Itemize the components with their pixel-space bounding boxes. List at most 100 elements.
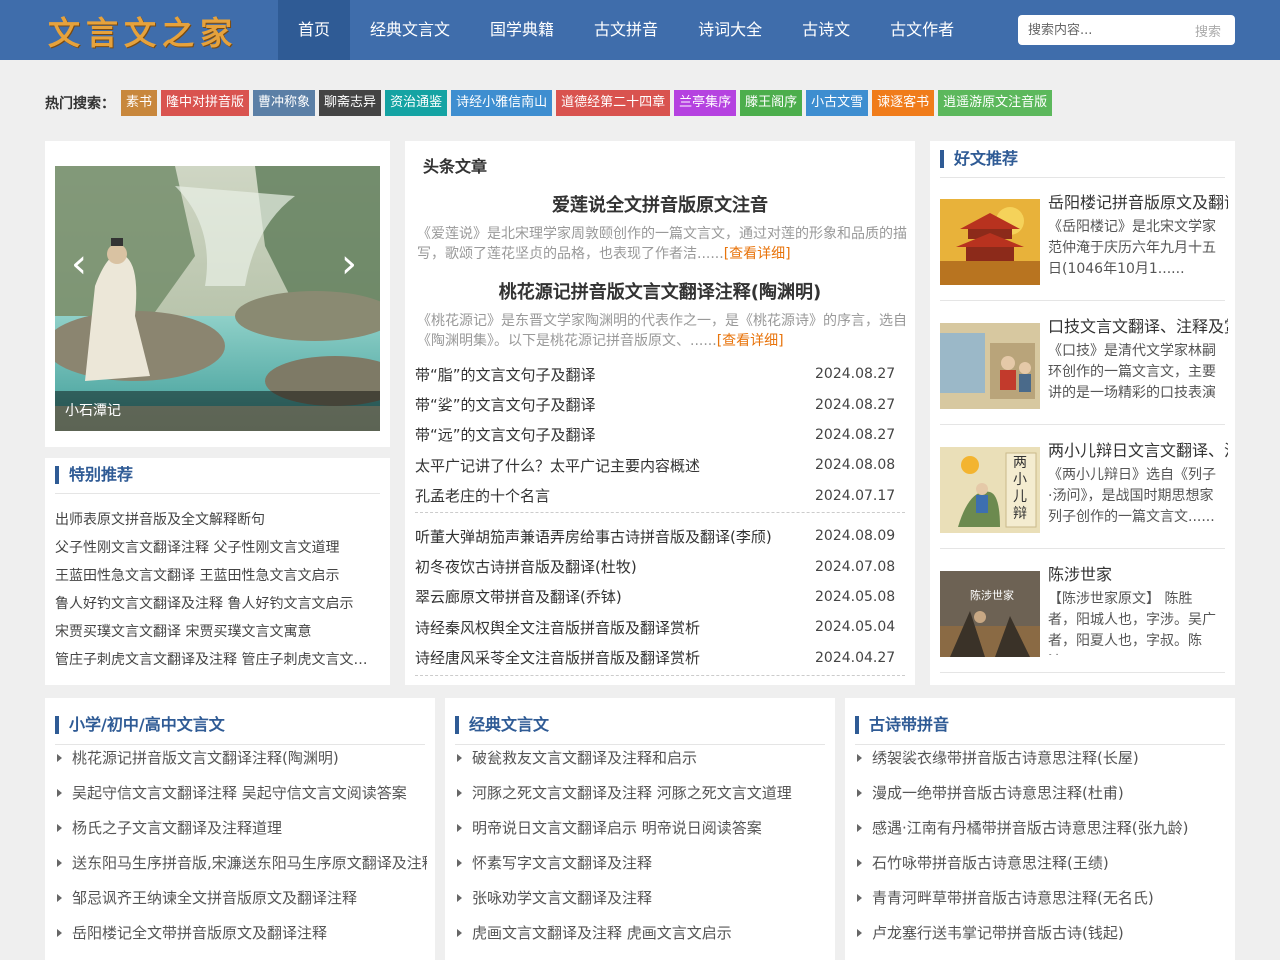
list-item-text[interactable]: 破瓮救友文言文翻译及注释和启示 <box>472 749 697 767</box>
list-item[interactable]: 感遇·江南有丹橘带拼音版古诗意思注释(张九龄) <box>855 818 1227 853</box>
news-title[interactable]: 带“娑”的文言文句子及翻译 <box>415 394 596 415</box>
list-item[interactable]: 父子性刚文言文翻译注释 父子性刚文言文道理 <box>55 536 375 564</box>
list-item[interactable]: 吴起守信文言文翻译注释 吴起守信文言文阅读答案 <box>55 783 427 818</box>
list-item[interactable]: 出师表原文拼音版及全文解释断句 <box>55 508 375 536</box>
list-item-text[interactable]: 明帝说日文言文翻译启示 明帝说日阅读答案 <box>472 819 762 837</box>
hot-tag[interactable]: 诗经小雅信南山 <box>451 90 553 116</box>
nav-item-ancient-poems[interactable]: 古诗文 <box>782 0 870 60</box>
hot-tag[interactable]: 道德经第二十四章 <box>556 90 671 116</box>
news-item[interactable]: 翠云廊原文带拼音及翻译(乔钵) 2024.05.08 <box>415 582 905 612</box>
list-item[interactable]: 宋贾买璞文言文翻译 宋贾买璞文言文寓意 <box>55 620 375 648</box>
list-item[interactable]: 青青河畔草带拼音版古诗意思注释(无名氏) <box>855 888 1227 923</box>
recommend-title[interactable]: 两小儿辩日文言文翻译、注释 <box>1048 437 1228 461</box>
featured-more-link[interactable]: [查看详细] <box>724 246 791 262</box>
nav-item-pinyin[interactable]: 古文拼音 <box>574 0 678 60</box>
nav-item-authors[interactable]: 古文作者 <box>870 0 974 60</box>
site-logo[interactable]: 文言文之家 <box>48 8 238 54</box>
recommend-title[interactable]: 岳阳楼记拼音版原文及翻译 <box>1048 189 1228 213</box>
list-item[interactable]: 河豚之死文言文翻译及注释 河豚之死文言文道理 <box>455 783 827 818</box>
article-thumbnail[interactable]: 两小儿辩 <box>940 447 1040 533</box>
hot-tag[interactable]: 滕王阁序 <box>740 90 803 116</box>
slider-prev-arrow[interactable]: ‹ <box>71 241 87 287</box>
news-title[interactable]: 诗经唐风采苓全文注音版拼音版及翻译赏析 <box>415 647 700 668</box>
list-item-text[interactable]: 送东阳马生序拼音版,宋濂送东阳马生序原文翻译及注释 <box>72 854 427 872</box>
news-title[interactable]: 初冬夜饮古诗拼音版及翻译(杜牧) <box>415 556 637 577</box>
news-item[interactable]: 孔孟老庄的十个名言 2024.07.17 <box>415 481 905 511</box>
featured-title[interactable]: 爱莲说全文拼音版原文注音 <box>405 191 915 217</box>
hot-tag[interactable]: 隆中对拼音版 <box>161 90 250 116</box>
list-item[interactable]: 桃花源记拼音版文言文翻译注释(陶渊明) <box>55 748 427 783</box>
news-item[interactable]: 诗经秦风权舆全文注音版拼音版及翻译赏析 2024.05.04 <box>415 612 905 642</box>
list-item-text[interactable]: 桃花源记拼音版文言文翻译注释(陶渊明) <box>72 749 339 767</box>
nav-item-poems[interactable]: 诗词大全 <box>678 0 782 60</box>
list-item-text[interactable]: 绣袈裟衣缘带拼音版古诗意思注释(长屋) <box>872 749 1139 767</box>
news-title[interactable]: 诗经秦风权舆全文注音版拼音版及翻译赏析 <box>415 617 700 638</box>
list-item[interactable]: 杨氏之子文言文翻译及注释道理 <box>55 818 427 853</box>
list-item-text[interactable]: 吴起守信文言文翻译注释 吴起守信文言文阅读答案 <box>72 784 407 802</box>
slider-next-arrow[interactable]: › <box>341 241 357 287</box>
list-item[interactable]: 管庄子刺虎文言文翻译及注释 管庄子刺虎文言文启示 <box>55 648 375 676</box>
list-item-text[interactable]: 虎画文言文翻译及注释 虎画文言文启示 <box>472 924 732 942</box>
search-button[interactable]: 搜索 <box>1195 21 1221 40</box>
list-item[interactable]: 虎画文言文翻译及注释 虎画文言文启示 <box>455 923 827 958</box>
hot-tag[interactable]: 谏逐客书 <box>872 90 935 116</box>
recommend-title[interactable]: 陈涉世家 <box>1048 561 1228 585</box>
nav-item-home[interactable]: 首页 <box>278 0 351 60</box>
hot-tag[interactable]: 曹冲称象 <box>253 90 316 116</box>
nav-item-classic[interactable]: 经典文言文 <box>350 0 470 60</box>
list-item-text[interactable]: 感遇·江南有丹橘带拼音版古诗意思注释(张九龄) <box>872 819 1188 837</box>
hot-tag[interactable]: 素书 <box>121 90 158 116</box>
hot-tag[interactable]: 资治通鉴 <box>385 90 448 116</box>
news-item[interactable]: 带“远”的文言文句子及翻译 2024.08.27 <box>415 420 905 450</box>
article-thumbnail[interactable] <box>940 323 1040 409</box>
list-item[interactable]: 鲁人好钓文言文翻译及注释 鲁人好钓文言文启示 <box>55 592 375 620</box>
news-item[interactable]: 太平广记讲了什么？太平广记主要内容概述 2024.08.08 <box>415 450 905 480</box>
news-title[interactable]: 翠云廊原文带拼音及翻译(乔钵) <box>415 586 622 607</box>
recommend-title[interactable]: 口技文言文翻译、注释及赏析 <box>1048 313 1228 337</box>
news-item[interactable]: 诗经唐风采苓全文注音版拼音版及翻译赏析 2024.04.27 <box>415 643 905 673</box>
list-item-text[interactable]: 卢龙塞行送韦掌记带拼音版古诗(钱起) <box>872 924 1124 942</box>
article-thumbnail[interactable]: 陈涉世家 <box>940 571 1040 657</box>
list-item[interactable]: 卢龙塞行送韦掌记带拼音版古诗(钱起) <box>855 923 1227 958</box>
recommend-item[interactable]: 口技文言文翻译、注释及赏析 《口技》是清代文学家林嗣环创作的一篇文言文，主要讲的… <box>940 313 1228 425</box>
search-input[interactable] <box>1028 16 1188 44</box>
nav-item-guoxue[interactable]: 国学典籍 <box>470 0 574 60</box>
news-item[interactable]: 带“脂”的文言文句子及翻译 2024.08.27 <box>415 359 905 389</box>
recommend-item[interactable]: 岳阳楼记拼音版原文及翻译 《岳阳楼记》是北宋文学家范仲淹于庆历六年九月十五日(1… <box>940 189 1228 301</box>
list-item-text[interactable]: 河豚之死文言文翻译及注释 河豚之死文言文道理 <box>472 784 792 802</box>
list-item[interactable]: 邹忌讽齐王纳谏全文拼音版原文及翻译注释 <box>55 888 427 923</box>
news-item[interactable]: 带“娑”的文言文句子及翻译 2024.08.27 <box>415 389 905 419</box>
news-title[interactable]: 听董大弹胡笳声兼语弄房给事古诗拼音版及翻译(李颀) <box>415 526 772 547</box>
article-thumbnail[interactable] <box>940 199 1040 285</box>
news-title[interactable]: 带“远”的文言文句子及翻译 <box>415 424 596 445</box>
hot-tag[interactable]: 兰亭集序 <box>674 90 737 116</box>
slide-caption[interactable]: 小石潭记 <box>55 391 380 431</box>
list-item-text[interactable]: 青青河畔草带拼音版古诗意思注释(无名氏) <box>872 889 1154 907</box>
list-item[interactable]: 送东阳马生序拼音版,宋濂送东阳马生序原文翻译及注释 <box>55 853 427 888</box>
list-item[interactable]: 怀素写字文言文翻译及注释 <box>455 853 827 888</box>
news-title[interactable]: 带“脂”的文言文句子及翻译 <box>415 364 596 385</box>
hot-tag[interactable]: 小古文雪 <box>806 90 869 116</box>
list-item[interactable]: 石竹咏带拼音版古诗意思注释(王绩) <box>855 853 1227 888</box>
list-item-text[interactable]: 岳阳楼记全文带拼音版原文及翻译注释 <box>72 924 327 942</box>
news-title[interactable]: 孔孟老庄的十个名言 <box>415 485 550 506</box>
list-item-text[interactable]: 怀素写字文言文翻译及注释 <box>472 854 652 872</box>
news-item[interactable]: 初冬夜饮古诗拼音版及翻译(杜牧) 2024.07.08 <box>415 551 905 581</box>
list-item[interactable]: 岳阳楼记全文带拼音版原文及翻译注释 <box>55 923 427 958</box>
slide-image[interactable]: 小石潭记 <box>55 166 380 431</box>
list-item[interactable]: 明帝说日文言文翻译启示 明帝说日阅读答案 <box>455 818 827 853</box>
news-item[interactable]: 听董大弹胡笳声兼语弄房给事古诗拼音版及翻译(李颀) 2024.08.09 <box>415 521 905 551</box>
featured-more-link[interactable]: [查看详细] <box>717 333 784 349</box>
list-item-text[interactable]: 邹忌讽齐王纳谏全文拼音版原文及翻译注释 <box>72 889 357 907</box>
list-item[interactable]: 漫成一绝带拼音版古诗意思注释(杜甫) <box>855 783 1227 818</box>
list-item[interactable]: 张咏劝学文言文翻译及注释 <box>455 888 827 923</box>
hot-tag[interactable]: 聊斋志异 <box>319 90 382 116</box>
news-title[interactable]: 太平广记讲了什么？太平广记主要内容概述 <box>415 455 700 476</box>
list-item-text[interactable]: 石竹咏带拼音版古诗意思注释(王绩) <box>872 854 1109 872</box>
featured-title[interactable]: 桃花源记拼音版文言文翻译注释(陶渊明) <box>405 278 915 304</box>
hot-tag[interactable]: 逍遥游原文注音版 <box>938 90 1053 116</box>
list-item[interactable]: 王蓝田性急文言文翻译 王蓝田性急文言文启示 <box>55 564 375 592</box>
list-item-text[interactable]: 杨氏之子文言文翻译及注释道理 <box>72 819 282 837</box>
list-item-text[interactable]: 张咏劝学文言文翻译及注释 <box>472 889 652 907</box>
list-item[interactable]: 破瓮救友文言文翻译及注释和启示 <box>455 748 827 783</box>
